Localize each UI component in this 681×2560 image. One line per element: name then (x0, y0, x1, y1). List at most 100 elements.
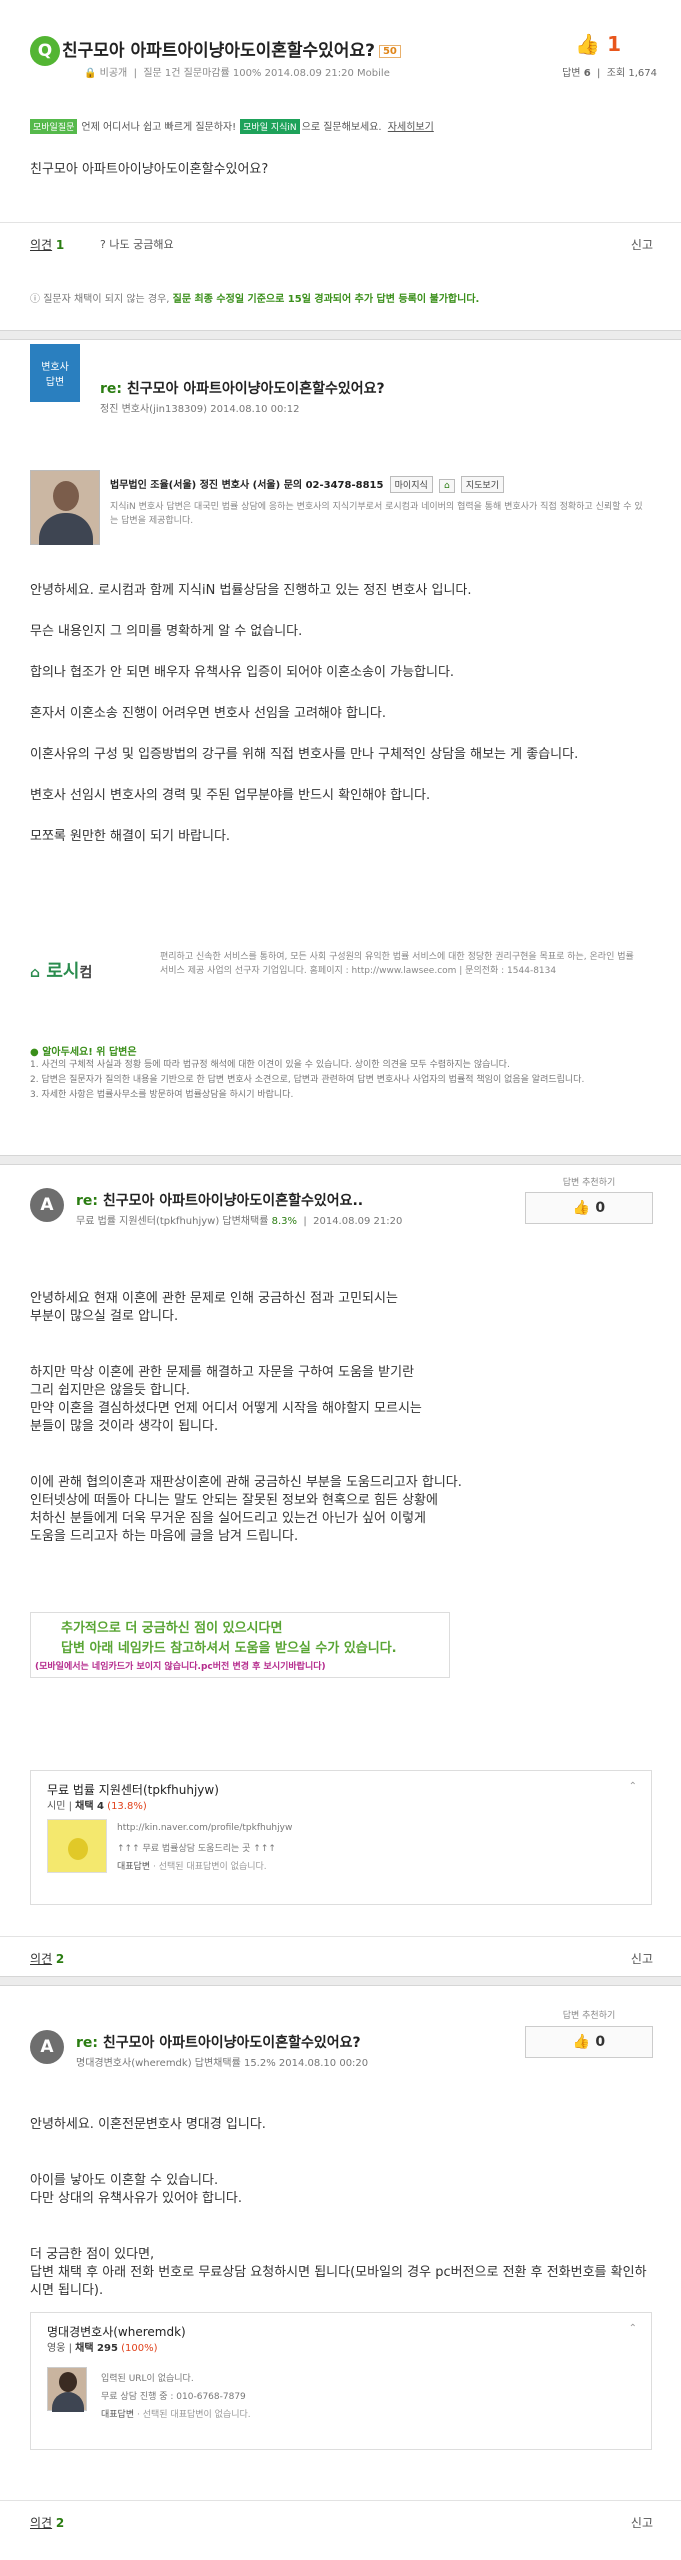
question-title-text[interactable]: 친구모아 아파트아이냥아도이혼할수있어요? (62, 41, 375, 61)
question-badge: Q (30, 36, 60, 66)
answer3-title: re: 친구모아 아파트아이냥아도이혼할수있어요? (76, 2032, 361, 2052)
promo-line3: (모바일에서는 네임카드가 보이지 않습니다.pc버전 변경 후 보시기바랍니다… (35, 1662, 326, 1672)
chevron-up-icon[interactable]: ⌃ (629, 1781, 637, 1792)
lawyer-flag: 변호사 답변 (30, 344, 80, 402)
answer1-paragraph: 혼자서 이혼소송 진행이 어려우면 변호사 선임을 고려해야 합니다. (30, 706, 386, 721)
mobile-bar: 모바일질문 언제 어디서나 쉽고 빠르게 질문하자! 모바일 지식iN 으로 질문해보… (30, 118, 434, 134)
curious-button[interactable]: ? 나도 궁금해요 (100, 236, 174, 252)
notice-list: 1. 사건의 구체적 사실과 정황 등에 따라 법규정 해석에 대한 이견이 있… (30, 1058, 650, 1103)
answer3-sub[interactable]: 명대경변호사(wheremdk) 답변채택률 15.2% 2014.08.10 … (76, 2054, 368, 2069)
mobile-bar-text2: 으로 질문해보세요. (301, 122, 382, 133)
opinion-toggle[interactable]: 의견 2 (30, 1950, 64, 1967)
recommend-label: 답변 추천하기 (562, 2011, 616, 2021)
opinion-toggle[interactable]: 의견 1 (30, 236, 64, 253)
answer3-paragraph: 아이를 낳아도 이혼할 수 있습니다. 다만 상대의 유책사유가 있어야 합니다… (30, 2173, 243, 2206)
answer1-paragraph: 합의나 협조가 안 되면 배우자 유책사유 입증이 되어야 이혼소송이 가능합니… (30, 665, 455, 680)
answer3-paragraph: 안녕하세요. 이혼전문변호사 명대경 입니다. (30, 2117, 266, 2132)
answer2-sub: 무료 법률 지원센터(tpkfhuhjyw) 답변채택률 8.3% | 2014… (76, 1216, 403, 1227)
question-title[interactable]: 친구모아 아파트아이냥아도이혼할수있어요? 50 (62, 36, 401, 61)
lawyer-flag-line2: 답변 (45, 377, 65, 388)
card-tagline: 무료 상담 진행 중 : 010-6768-7879 (101, 2392, 246, 2402)
question-stats: 답변 6 | 조회 1,674 (562, 68, 657, 79)
card-rep: 대표답변 · 선택된 대표답변이 없습니다. (101, 2407, 251, 2420)
answer1-paragraph: 안녕하세요. 로시컴과 함께 지식iN 법률상담을 진행하고 있는 정진 변호사… (30, 583, 472, 598)
views-count: 1,674 (628, 68, 657, 79)
views-label: 조회 (606, 68, 626, 79)
question-like-button[interactable]: 👍 1 (575, 32, 621, 56)
question-circle-icon: ? (100, 238, 106, 251)
profile-line-text: 법무법인 조율(서울) 정진 변호사 (서울) 문의 02-3478-8815 (110, 480, 384, 491)
answer3-paragraph: 더 궁금한 점이 있다면, 답변 채택 후 아래 전화 번호로 무료상담 요청하… (30, 2247, 647, 2298)
recommend-button[interactable]: 👍 0 (525, 1192, 653, 1224)
promo-banner: 추가적으로 더 궁금하신 점이 있으시다면 답변 아래 네임카드 참고하셔서 도… (30, 1612, 450, 1678)
recommend-count: 0 (595, 2034, 606, 2050)
avatar: A (30, 2030, 64, 2064)
card-rep-label: 대표답변 (101, 2410, 135, 2420)
card-url: 입력된 URL이 없습니다. (101, 2374, 194, 2384)
separator (0, 330, 681, 340)
lock-icon: 🔒 (84, 68, 97, 79)
profile-line: 법무법인 조율(서울) 정진 변호사 (서울) 문의 02-3478-8815 … (110, 476, 504, 493)
re-prefix: re: (76, 2035, 98, 2051)
answer1-sub[interactable]: 정진 변호사(jin138309) 2014.08.10 00:12 (100, 400, 299, 415)
lawsee-logo[interactable]: ⌂ 로시컴 (30, 957, 92, 983)
report-button[interactable]: 신고 (631, 236, 653, 253)
opinion-label: 의견 (30, 238, 53, 252)
notice: ⓘ 질문자 채택이 되지 않는 경우, 질문 최종 수정일 기준으로 15일 경… (30, 290, 479, 305)
lawyer-photo (30, 470, 100, 545)
home-icon[interactable]: ⌂ (438, 479, 455, 493)
answer2-author[interactable]: 무료 법률 지원센터(tpkfhuhjyw) 답변채택률 (76, 1216, 268, 1227)
answers-label: 답변 (562, 68, 581, 79)
card-name[interactable]: 무료 법률 지원센터(tpkfhuhjyw) (47, 1781, 219, 1798)
question-section: Q 친구모아 아파트아이냥아도이혼할수있어요? 50 🔒 비공개 | 질문 1건 … (0, 0, 681, 330)
card-url[interactable]: http://kin.naver.com/profile/tpkfhuhjyw (117, 1823, 292, 1833)
answer1-paragraph: 이혼사유의 구성 및 입증방법의 강구를 위해 직접 변호사를 만나 구체적인 … (30, 747, 579, 762)
name-card: 무료 법률 지원센터(tpkfhuhjyw) ⌃ 시민 | 채택 4 (13.8… (30, 1770, 652, 1905)
notice-prefix: 질문자 채택이 되지 않는 경우, (43, 294, 170, 305)
chevron-up-icon[interactable]: ⌃ (629, 2323, 637, 2334)
alert-icon: ● (30, 1047, 39, 1058)
card-name[interactable]: 명대경변호사(wheremdk) (47, 2323, 186, 2340)
details-link[interactable]: 자세히보기 (388, 122, 434, 133)
card-adopt-pct: (100%) (121, 2343, 158, 2354)
question-meta-text: 질문 1건 질문마감률 100% 2014.08.09 21:20 Mobile (143, 68, 390, 79)
re-prefix: re: (76, 1193, 98, 1209)
my-knowledge-button[interactable]: 마이지식 (389, 476, 433, 493)
separator (0, 1155, 681, 1165)
mobile-bar-text: 언제 어디서나 쉽고 빠르게 질문하자! (81, 122, 237, 133)
report-button[interactable]: 신고 (631, 2514, 653, 2531)
question-like-count: 1 (607, 32, 621, 56)
answer1-paragraph: 변호사 선임시 변호사의 경력 및 주된 업무분야를 반드시 확인해야 합니다. (30, 788, 431, 803)
opinion-toggle[interactable]: 의견 2 (30, 2514, 64, 2531)
card-rep: 대표답변 · 선택된 대표답변이 없습니다. (117, 1859, 267, 1872)
report-button[interactable]: 신고 (631, 1950, 653, 1967)
thumb-up-icon: 👍 (572, 1200, 591, 1216)
notice-title-text: 알아두세요! 위 답변은 (42, 1047, 137, 1058)
answer1-paragraph: 무슨 내용인지 그 의미를 명확하게 알 수 없습니다. (30, 624, 303, 639)
notice-item: 3. 자세한 사항은 법률사무소를 방문하여 법률상담을 하시기 바랍니다. (30, 1090, 294, 1100)
lawsee-desc: 편리하고 신속한 서비스를 통하여, 모든 사회 구성원의 유익한 법률 서비스… (160, 952, 634, 976)
card-grade: 영웅 | 채택 295 (100%) (47, 2343, 158, 2354)
thumb-up-icon: 👍 (575, 32, 601, 56)
notice-bold: 질문 최종 수정일 기준으로 15일 경과되어 추가 답변 등록이 불가합니다. (172, 294, 480, 305)
adopt-rate: 8.3% (271, 1216, 298, 1227)
recommend-label: 답변 추천하기 (562, 1178, 616, 1188)
recommend-button[interactable]: 👍 0 (525, 2026, 653, 2058)
answer2-paragraph: 이에 관해 협의이혼과 재판상이혼에 관해 궁금하신 부분을 도움드리고자 합니… (30, 1475, 462, 1544)
points-badge: 50 (378, 44, 401, 58)
re-prefix: re: (100, 381, 122, 397)
opinion-row-answer2: 의견 2 신고 (0, 1936, 681, 1976)
card-adopt: 채택 295 (75, 2343, 118, 2354)
map-button[interactable]: 지도보기 (460, 476, 504, 493)
mobile-kin-tag: 모바일 지식iN (240, 119, 300, 134)
card-grade: 시민 | 채택 4 (13.8%) (47, 1801, 147, 1812)
thumb-up-icon: 👍 (572, 2034, 591, 2050)
answer2-body: 안녕하세요 현재 이혼에 관한 문제로 인해 궁금하신 점과 고민되시는 부분이… (30, 1272, 650, 1564)
card-adopt-pct: (13.8%) (107, 1801, 147, 1812)
answer1-title-text: 친구모아 아파트아이냥아도이혼할수있어요? (126, 381, 385, 397)
lawyer-profile: 법무법인 조율(서울) 정진 변호사 (서울) 문의 02-3478-8815 … (30, 470, 650, 560)
answer1-title: re: 친구모아 아파트아이냥아도이혼할수있어요? (100, 378, 385, 398)
lawyer-flag-line1: 변호사 (41, 362, 69, 373)
opinion-count: 2 (55, 1952, 65, 1966)
promo-line1: 추가적으로 더 궁금하신 점이 있으시다면 (61, 1621, 283, 1636)
